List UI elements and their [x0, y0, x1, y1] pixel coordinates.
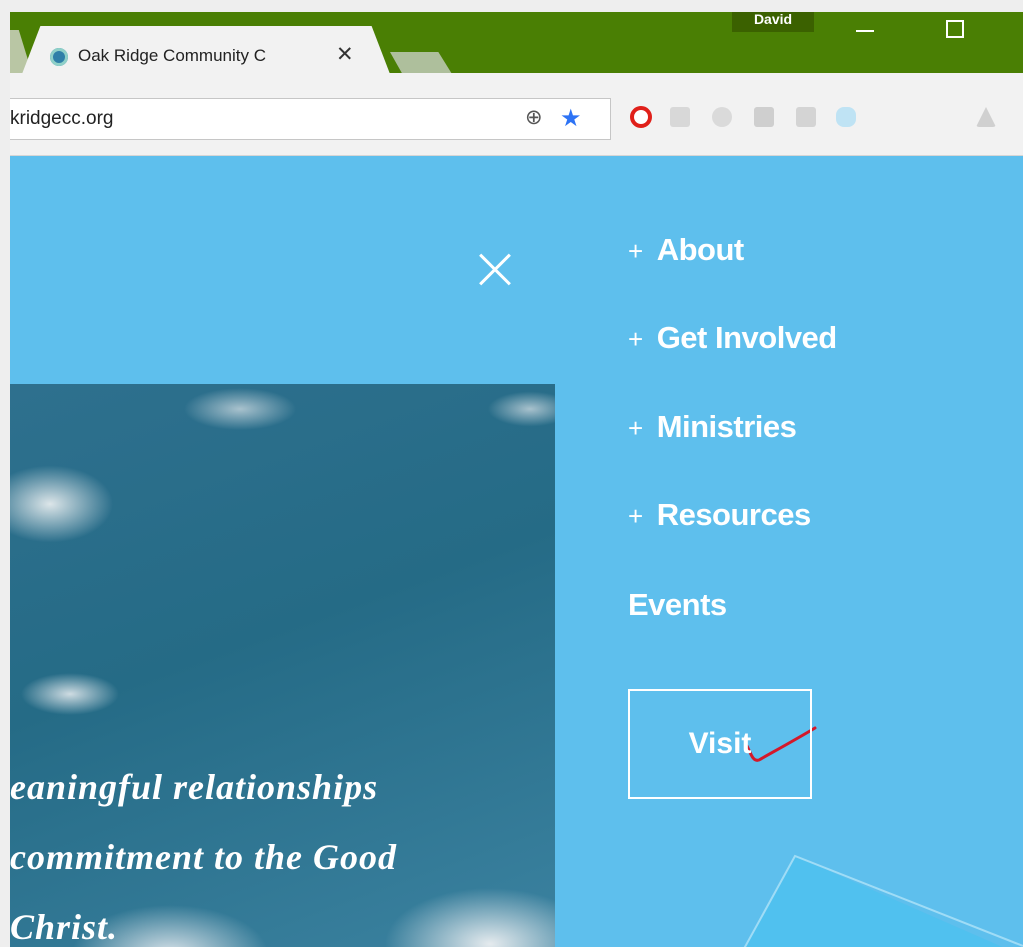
- tab-title: Oak Ridge Community C: [78, 46, 267, 65]
- google-plus-extension-icon-2[interactable]: [754, 107, 774, 127]
- zoom-icon[interactable]: ⊕: [525, 105, 543, 130]
- browser-window: Oak Ridge Community C ✕ David kridgecc.o…: [10, 12, 1023, 947]
- minimize-icon[interactable]: [856, 30, 874, 32]
- url-text[interactable]: kridgecc.org: [10, 108, 114, 130]
- tab-close-icon[interactable]: ✕: [336, 42, 354, 67]
- bookmark-star-icon[interactable]: ★: [560, 104, 582, 133]
- evernote-extension-icon[interactable]: [796, 107, 816, 127]
- cloud-extension-icon[interactable]: [836, 107, 856, 127]
- opera-extension-icon[interactable]: [630, 106, 652, 128]
- google-plus-extension-icon[interactable]: [670, 107, 690, 127]
- website-viewport: eaningful relationships commitment to th…: [10, 156, 1023, 947]
- site-favicon-icon: [50, 48, 68, 66]
- profile-button[interactable]: David: [732, 12, 814, 32]
- browser-toolbar: kridgecc.org ⊕ ★: [10, 73, 1023, 156]
- decorative-triangle: [743, 854, 1023, 947]
- address-bar[interactable]: kridgecc.org ⊕ ★: [10, 98, 611, 140]
- dropbox-extension-icon[interactable]: [712, 107, 732, 127]
- title-bar: Oak Ridge Community C ✕ David: [10, 12, 1023, 74]
- maximize-icon[interactable]: [946, 20, 964, 38]
- new-tab-button[interactable]: [390, 52, 452, 74]
